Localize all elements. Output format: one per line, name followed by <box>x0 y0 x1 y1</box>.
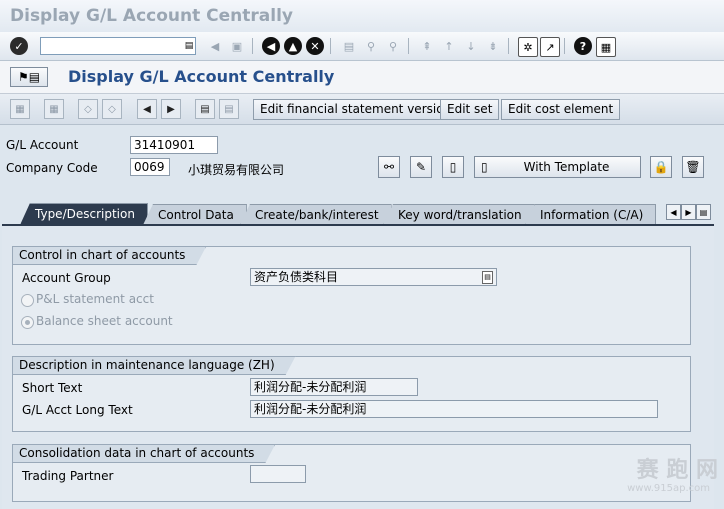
edit-fs-version-button[interactable]: Edit financial statement version <box>253 99 459 120</box>
balance-sheet-radio <box>21 316 34 329</box>
first-page-icon: ⇞ <box>422 39 432 53</box>
edit-cost-element-button[interactable]: Edit cost element <box>501 99 621 120</box>
tab-scroll-left-icon[interactable]: ◀ <box>666 204 681 220</box>
gl-account-label: G/L Account <box>6 138 79 152</box>
account-group-value: 资产负债类科目 <box>254 270 339 284</box>
long-text-field[interactable]: 利润分配-未分配利润 <box>250 400 658 418</box>
exit-icon[interactable]: ▲ <box>284 37 302 55</box>
last-page-icon: ⇟ <box>488 39 498 53</box>
watermark-logo: 赛 跑 网 <box>636 458 718 483</box>
help-icon[interactable]: ? <box>574 37 592 55</box>
tab-key-word-translation[interactable]: Key word/translation <box>383 204 535 225</box>
company-code-field[interactable]: 0069 <box>130 158 170 176</box>
new-document-icon[interactable]: ▯ <box>442 156 464 178</box>
other-object-icon: ▦ <box>44 99 64 119</box>
toolbar-separator <box>408 38 409 54</box>
window-title: Display G/L Account Centrally <box>0 0 724 32</box>
control-group-title: Control in chart of accounts <box>12 246 206 265</box>
tab-scroll-right-icon[interactable]: ▶ <box>681 204 696 220</box>
toolbar-separator <box>330 38 331 54</box>
previous-page-icon: ↑ <box>444 39 454 53</box>
toolbar-separator <box>508 38 509 54</box>
account-group-label: Account Group <box>22 271 111 285</box>
edit-set-button[interactable]: Edit set <box>440 99 500 120</box>
find-next-icon: ⚲ <box>388 39 398 53</box>
account-group-field[interactable]: 资产负债类科目 ▤ <box>250 268 497 286</box>
tab-list-icon[interactable]: ▤ <box>696 204 711 220</box>
lock-icon[interactable]: 🔒 <box>650 156 672 178</box>
value-help-icon[interactable]: ▤ <box>482 271 493 284</box>
short-text-label: Short Text <box>22 381 83 395</box>
print-icon: ▤ <box>343 39 355 53</box>
next-page-icon: ↓ <box>466 39 476 53</box>
pl-statement-label: P&L statement acct <box>36 292 154 306</box>
tab-information-ca[interactable]: Information (C/A) <box>525 204 657 225</box>
with-template-button[interactable]: ▯ With Template <box>474 156 641 178</box>
next-icon[interactable]: ▶ <box>161 99 181 119</box>
trading-partner-field[interactable] <box>250 465 306 483</box>
gl-account-field[interactable]: 31410901 <box>130 136 218 154</box>
screen-title: Display G/L Account Centrally <box>68 67 335 86</box>
pencil-icon[interactable]: ✎ <box>410 156 432 178</box>
display-change-icon: ▦ <box>10 99 30 119</box>
tab-type-description[interactable]: Type/Description <box>20 203 148 225</box>
command-field[interactable] <box>40 37 196 55</box>
consolidation-group-title: Consolidation data in chart of accounts <box>12 444 275 463</box>
edit-icon: ▤ <box>219 99 239 119</box>
block-icon: ◇ <box>102 99 122 119</box>
company-name: 小琪贸易有限公司 <box>188 163 285 177</box>
watermark-url: www.915ap.com <box>627 483 710 494</box>
short-text-field[interactable]: 利润分配-未分配利润 <box>250 378 418 396</box>
create-session-icon[interactable]: ✲ <box>518 37 538 57</box>
trading-partner-label: Trading Partner <box>22 469 114 483</box>
company-code-label: Company Code <box>6 161 98 175</box>
back-arrow-icon: ◀ <box>210 39 220 53</box>
previous-icon[interactable]: ◀ <box>137 99 157 119</box>
balance-sheet-label: Balance sheet account <box>36 314 173 328</box>
find-icon: ⚲ <box>366 39 376 53</box>
toolbar-separator <box>252 38 253 54</box>
with-template-label: With Template <box>523 160 610 174</box>
consolidation-group: Consolidation data in chart of accounts <box>12 444 691 502</box>
command-history-icon[interactable]: ▤ <box>180 37 198 55</box>
standard-toolbar: ✓ ▤ ◀ ▣ ◀ ▲ ✕ ▤ ⚲ ⚲ ⇞ ↑ ↓ ⇟ ✲ ↗ ? ▦ <box>0 32 724 61</box>
shortcut-icon[interactable]: ↗ <box>540 37 560 57</box>
trash-icon[interactable]: 🗑 <box>682 156 704 178</box>
cancel-icon[interactable]: ✕ <box>306 37 324 55</box>
enter-icon[interactable]: ✓ <box>10 37 28 55</box>
toolbar-separator <box>564 38 565 54</box>
save-icon: ▣ <box>231 39 243 53</box>
tab-control-data[interactable]: Control Data <box>143 204 247 225</box>
long-text-label: G/L Acct Long Text <box>22 403 133 417</box>
menu-icon[interactable]: ⚑▤ <box>10 67 48 87</box>
back-icon[interactable]: ◀ <box>262 37 280 55</box>
pl-statement-radio <box>21 294 34 307</box>
document-icon[interactable]: ▤ <box>195 99 215 119</box>
new-document-icon: ▯ <box>481 160 488 174</box>
glasses-icon[interactable]: ⚯ <box>378 156 400 178</box>
layout-icon[interactable]: ▦ <box>596 37 616 57</box>
delete-flag-icon: ◇ <box>78 99 98 119</box>
description-group-title: Description in maintenance language (ZH) <box>12 356 296 375</box>
tab-create-bank-interest[interactable]: Create/bank/interest <box>240 204 392 225</box>
